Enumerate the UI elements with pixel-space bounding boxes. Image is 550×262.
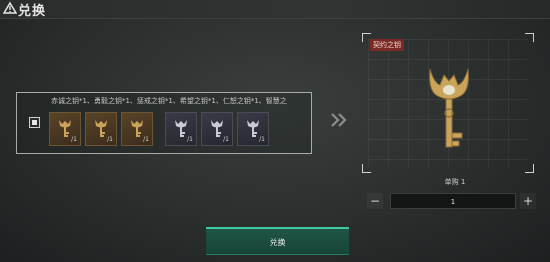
cost-description: 赤诚之钥*1、勇毅之钥*1、惩戒之钥*1、希望之钥*1、仁恕之钥*1、智慧之 <box>51 97 287 105</box>
quantity-input[interactable]: 1 <box>390 193 516 209</box>
select-checkbox[interactable] <box>29 117 40 128</box>
slot-count: /1 <box>143 136 149 143</box>
key-slot[interactable]: /1 <box>49 112 81 146</box>
page-title: 兑换 <box>18 4 47 19</box>
frame-corner <box>362 164 371 173</box>
quantity-label: 单购 1 <box>444 178 466 186</box>
warning-triangle-icon <box>3 1 17 14</box>
contract-key-icon <box>429 68 469 148</box>
double-chevron-right-icon <box>331 113 347 127</box>
item-preview: 契约之钥 <box>362 33 534 173</box>
key-slot[interactable]: /1 <box>165 112 197 146</box>
slot-count: /1 <box>107 136 113 143</box>
key-slot[interactable]: /1 <box>121 112 153 146</box>
exchange-button[interactable]: 兑换 <box>206 227 349 255</box>
frame-corner <box>525 164 534 173</box>
frame-corner <box>525 33 534 42</box>
slot-count: /1 <box>259 136 265 143</box>
header-bar: 兑换 <box>0 0 550 19</box>
item-name-tag: 契约之钥 <box>370 39 404 51</box>
slot-count: /1 <box>187 136 193 143</box>
cost-panel: 赤诚之钥*1、勇毅之钥*1、惩戒之钥*1、希望之钥*1、仁恕之钥*1、智慧之 /… <box>16 92 312 154</box>
slot-count: /1 <box>223 136 229 143</box>
slot-count: /1 <box>71 136 77 143</box>
increase-button[interactable]: + <box>520 193 536 209</box>
key-slot[interactable]: /1 <box>237 112 269 146</box>
decrease-button[interactable]: − <box>367 193 383 209</box>
key-slot[interactable]: /1 <box>85 112 117 146</box>
key-slot[interactable]: /1 <box>201 112 233 146</box>
